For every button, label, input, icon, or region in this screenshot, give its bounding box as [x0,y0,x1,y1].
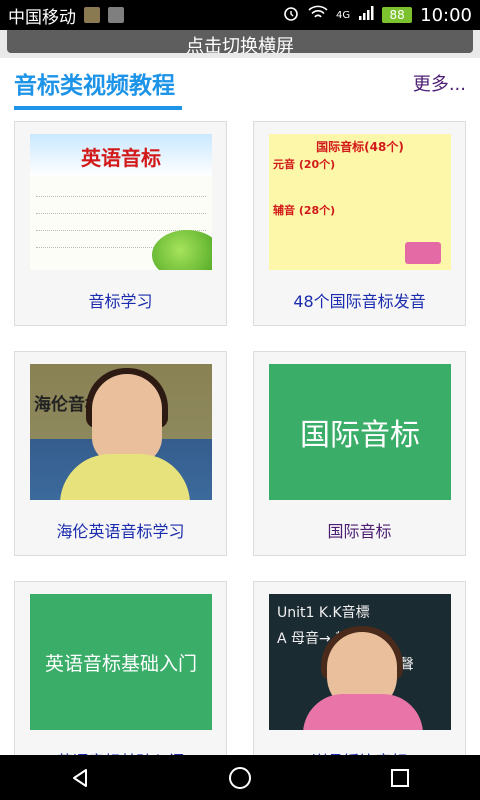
thumbnail-title: 国际音标 [300,418,420,453]
recents-square-icon [391,768,409,787]
home-button[interactable] [220,758,260,798]
section-underline [14,106,182,110]
video-card[interactable]: 国际音标 国际音标 [253,351,466,556]
video-card[interactable]: 海伦音标 海伦英语音标学习 [14,351,227,556]
thumbnail-title: 国际音标(48个) [316,140,404,154]
back-button[interactable] [60,758,100,798]
thumbnail-title: 英语音标基础入门 [44,652,197,675]
carrier-label: 中国移动 [8,7,76,28]
system-nav-bar [0,755,480,800]
video-thumbnail: 国际音标 [269,364,451,500]
video-thumbnail: Unit1 K.K音標 A 母音→ 輕聲 音:四聲 [269,594,451,730]
status-bar: 中国移动 4G 88 10:00 [0,0,480,30]
section-title: 音标类视频教程 [14,73,175,99]
network-type: 4G [336,9,351,21]
battery-icon: 88 [382,7,413,23]
clock: 10:00 [420,4,472,26]
video-thumbnail: 海伦音标 [30,364,212,500]
top-toolbar: 点击切换横屏 [0,30,480,58]
video-card[interactable]: 英语音标 音标学习 [14,121,227,326]
more-link[interactable]: 更多... [413,70,466,96]
card-label[interactable]: 48个国际音标发音 [254,288,465,312]
book-decoration [405,242,441,264]
home-circle-icon [229,766,251,789]
back-triangle-icon [73,768,87,787]
card-label[interactable]: 国际音标 [254,518,465,542]
recents-button[interactable] [380,758,420,798]
landscape-toggle-button[interactable]: 点击切换横屏 [7,30,473,53]
card-label[interactable]: 音标学习 [15,288,226,312]
video-thumbnail: 国际音标(48个) 元音 (20个) 辅音 (28个) [269,134,451,270]
app-notification-icon [84,7,100,23]
video-card[interactable]: 国际音标(48个) 元音 (20个) 辅音 (28个) 48个国际音标发音 [253,121,466,326]
signal-icon [358,5,374,26]
presenter-shirt [303,694,423,730]
section-header: 音标类视频教程 更多... [0,58,480,113]
video-thumbnail: 英语音标基础入门 [30,594,212,730]
presenter-face [92,374,162,464]
video-thumbnail: 英语音标 [30,134,212,270]
presenter-shirt [60,454,190,500]
thumbnail-title: 英语音标 [30,134,212,176]
consonant-tag: 辅音 (28个) [273,204,336,217]
vowel-tag: 元音 (20个) [273,158,336,171]
card-label[interactable]: 海伦英语音标学习 [15,518,226,542]
wifi-icon [308,5,328,26]
image-notification-icon [108,7,124,23]
alarm-icon [282,4,300,27]
